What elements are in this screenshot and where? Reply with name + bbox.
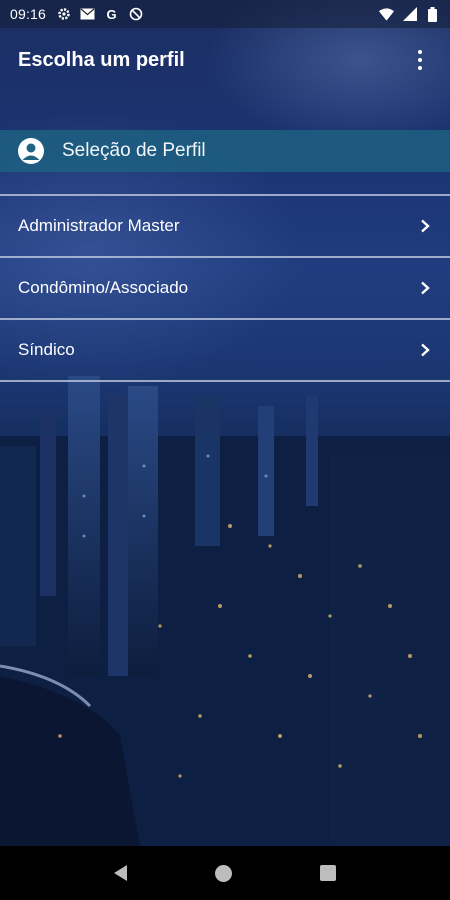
chevron-right-icon — [421, 219, 430, 233]
home-icon[interactable] — [215, 864, 232, 882]
profile-item-sindico[interactable]: Síndico — [0, 320, 450, 380]
status-bar: 09:16 G — [0, 0, 450, 28]
cellular-icon — [402, 7, 417, 22]
google-icon: G — [106, 6, 117, 22]
profile-item-label: Síndico — [18, 340, 75, 359]
chevron-right-icon — [421, 343, 430, 357]
profile-item-label: Condômino/Associado — [18, 278, 189, 297]
recents-icon[interactable] — [320, 865, 336, 881]
user-avatar-icon — [18, 138, 44, 164]
status-system-icons — [379, 6, 440, 22]
back-icon[interactable] — [114, 865, 127, 881]
divider — [0, 380, 450, 382]
battery-icon — [425, 6, 440, 22]
chevron-right-icon — [421, 281, 430, 295]
profile-item-label: Administrador Master — [18, 216, 180, 235]
mail-icon — [80, 7, 95, 22]
profile-list: Administrador Master Condômino/Associado… — [0, 194, 450, 382]
profile-selection-header: Seleção de Perfil — [0, 130, 450, 172]
profile-item-administrador-master[interactable]: Administrador Master — [0, 196, 450, 256]
gear-icon — [56, 7, 71, 22]
city-background — [0, 0, 450, 846]
status-time: 09:16 — [10, 6, 47, 22]
page-title: Escolha um perfil — [18, 48, 185, 71]
app-bar: Escolha um perfil — [0, 28, 450, 92]
section-title: Seleção de Perfil — [62, 140, 206, 161]
status-notification-icons: G — [56, 7, 143, 22]
system-nav-bar — [0, 846, 450, 900]
no-signal-icon — [128, 7, 143, 22]
profile-item-condomino-associado[interactable]: Condômino/Associado — [0, 258, 450, 318]
city-skyline-image — [0, 376, 450, 846]
wifi-icon — [379, 7, 394, 22]
more-vert-icon[interactable] — [408, 48, 432, 72]
